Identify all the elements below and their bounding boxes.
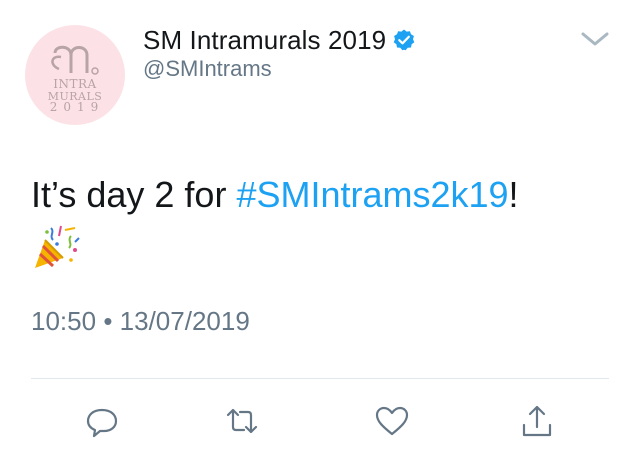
author-display-name[interactable]: SM Intramurals 2019 [143,25,386,56]
share-icon[interactable] [517,401,557,441]
tweet-timestamp[interactable]: 10:50 • 13/07/2019 [31,306,250,337]
tweet-date: 13/07/2019 [119,306,250,336]
retweet-icon[interactable] [222,401,262,441]
tweet-text: It’s day 2 for #SMIntrams2k19! [31,172,519,218]
chevron-down-icon[interactable] [578,28,612,50]
tweet-time: 10:50 [31,306,97,336]
avatar-logo-text-line1: INTRA [53,77,97,91]
avatar-logo-text-line3: 2019 [49,100,105,114]
author-name-row[interactable]: SM Intramurals 2019 [143,24,416,56]
avatar[interactable]: INTRA MURALS 2019 [25,25,125,125]
meta-separator: • [103,306,113,336]
heart-icon[interactable] [372,401,412,441]
reply-icon[interactable] [82,401,122,441]
hashtag-link[interactable]: #SMIntrams2k19 [236,174,508,215]
party-popper-icon [35,225,80,268]
tweet-text-start: It’s day 2 for [31,174,237,215]
verified-badge-icon [393,29,415,51]
tweet-text-end: ! [508,174,519,215]
divider [31,378,609,379]
author-handle[interactable]: @SMIntrams [143,56,272,82]
